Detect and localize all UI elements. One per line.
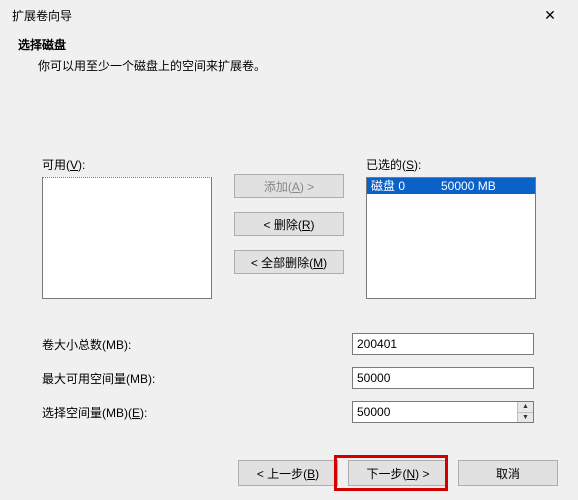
selected-label: 已选的(S):	[366, 156, 536, 173]
max-space-value: 50000	[352, 367, 534, 389]
select-space-label: 选择空间量(MB)(E):	[42, 404, 352, 421]
selected-disk-item[interactable]: 磁盘 0 50000 MB	[367, 178, 535, 194]
total-size-row: 卷大小总数(MB): 200401	[42, 327, 536, 361]
remove-button[interactable]: < 删除(R)	[234, 212, 344, 236]
next-button[interactable]: 下一步(N) >	[348, 460, 448, 486]
disk-lists-row: 可用(V): 添加(A) > < 删除(R) < 全部删除(M) 已选的(S):…	[42, 156, 536, 299]
wizard-header: 选择磁盘 你可以用至少一个磁盘上的空间来扩展卷。	[0, 30, 578, 86]
total-size-value: 200401	[352, 333, 534, 355]
remove-all-button[interactable]: < 全部删除(M)	[234, 250, 344, 274]
window-title: 扩展卷向导	[8, 7, 530, 24]
back-button[interactable]: < 上一步(B)	[238, 460, 338, 486]
close-icon[interactable]: ✕	[530, 1, 570, 29]
selected-disk-size: 50000 MB	[441, 178, 496, 194]
total-size-label: 卷大小总数(MB):	[42, 336, 352, 353]
select-space-input[interactable]	[353, 402, 517, 422]
header-title: 选择磁盘	[18, 36, 560, 53]
wizard-footer: < 上一步(B) 下一步(N) > 取消	[238, 460, 558, 486]
selected-column: 已选的(S): 磁盘 0 50000 MB	[366, 156, 536, 299]
selected-listbox[interactable]: 磁盘 0 50000 MB	[366, 177, 536, 299]
cancel-button[interactable]: 取消	[458, 460, 558, 486]
max-space-label: 最大可用空间量(MB):	[42, 370, 352, 387]
wizard-body: 可用(V): 添加(A) > < 删除(R) < 全部删除(M) 已选的(S):…	[0, 86, 578, 429]
available-column: 可用(V):	[42, 156, 212, 299]
available-label: 可用(V):	[42, 156, 212, 173]
spinner-buttons: ▲ ▼	[517, 402, 533, 422]
select-space-spinner[interactable]: ▲ ▼	[352, 401, 534, 423]
header-subtitle: 你可以用至少一个磁盘上的空间来扩展卷。	[18, 57, 560, 74]
add-button[interactable]: 添加(A) >	[234, 174, 344, 198]
selected-disk-name: 磁盘 0	[371, 178, 441, 194]
spinner-up-icon[interactable]: ▲	[518, 402, 533, 413]
transfer-buttons: 添加(A) > < 删除(R) < 全部删除(M)	[212, 156, 366, 274]
spinner-down-icon[interactable]: ▼	[518, 413, 533, 423]
max-space-row: 最大可用空间量(MB): 50000	[42, 361, 536, 395]
size-fields: 卷大小总数(MB): 200401 最大可用空间量(MB): 50000 选择空…	[42, 327, 536, 429]
wizard-window: 扩展卷向导 ✕ 选择磁盘 你可以用至少一个磁盘上的空间来扩展卷。 可用(V): …	[0, 0, 578, 500]
select-space-row: 选择空间量(MB)(E): ▲ ▼	[42, 395, 536, 429]
titlebar: 扩展卷向导 ✕	[0, 0, 578, 30]
available-listbox[interactable]	[42, 177, 212, 299]
